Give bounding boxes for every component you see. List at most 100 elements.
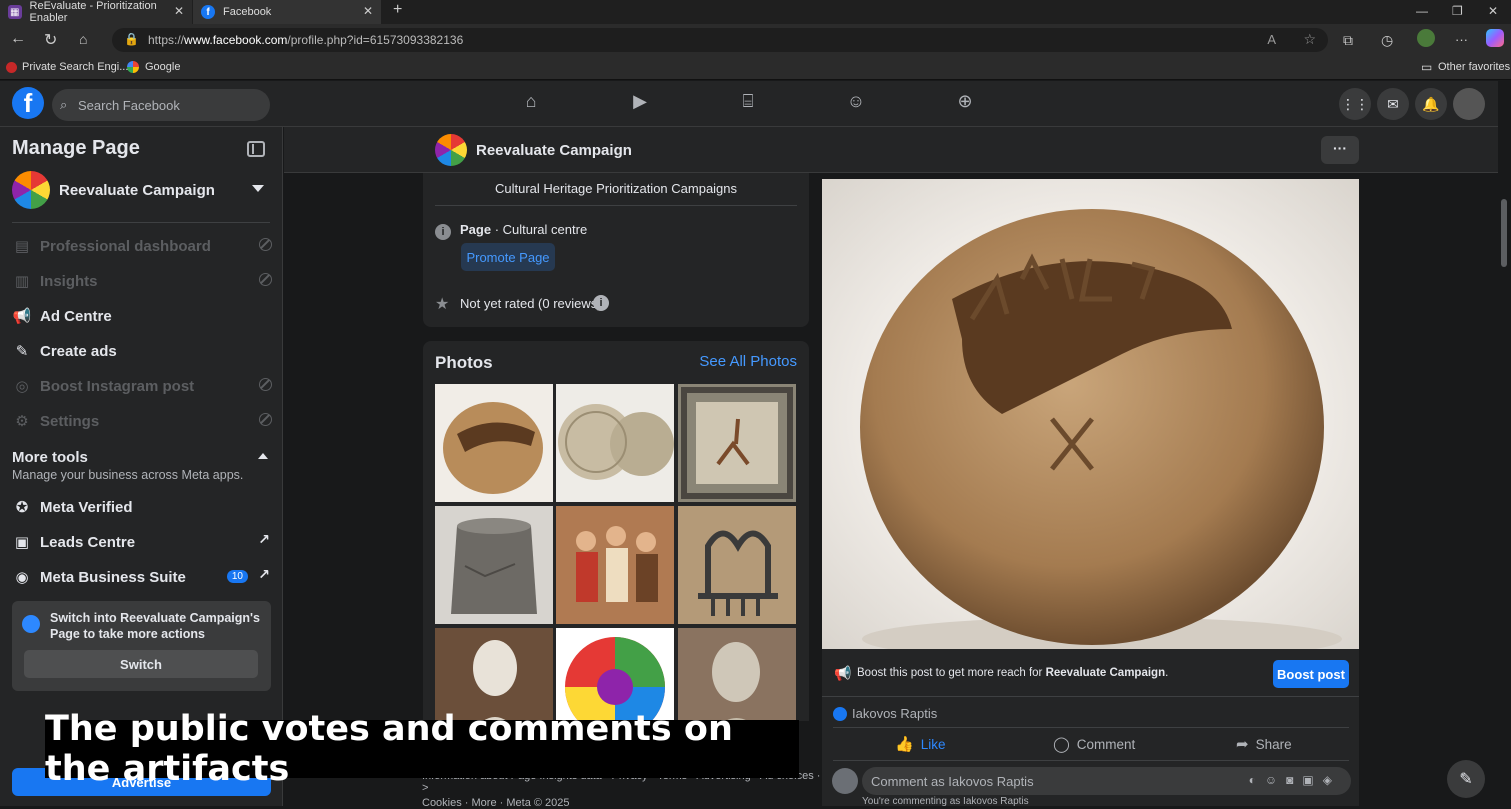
minimize-icon[interactable]: — xyxy=(1416,4,1428,18)
video-nav-icon[interactable]: ▶ xyxy=(627,91,653,117)
more-options-button[interactable]: ··· xyxy=(1321,136,1359,164)
sidebar-item-meta-verified[interactable]: ✪ Meta Verified xyxy=(12,492,272,522)
browser-tab-facebook[interactable]: f Facebook ✕ xyxy=(193,0,381,24)
photo-thumbnail[interactable] xyxy=(678,506,796,624)
read-aloud-icon[interactable]: A xyxy=(1267,32,1276,47)
photo-thumbnail[interactable] xyxy=(678,628,796,721)
reactor-name: Iakovos Raptis xyxy=(852,706,938,721)
divider xyxy=(833,760,1349,761)
favorite-private-search[interactable]: Private Search Engi... xyxy=(22,61,128,73)
share-button[interactable]: ➦ Share xyxy=(1236,735,1292,753)
disabled-icon xyxy=(259,273,272,286)
footer-links-2[interactable]: Cookies · More · Meta © 2025 xyxy=(422,797,822,809)
url-field[interactable]: 🔒 https://www.facebook.com/profile.php?i… xyxy=(112,28,1328,52)
page-header-name[interactable]: Reevaluate Campaign xyxy=(476,142,632,159)
page-selector[interactable]: Reevaluate Campaign xyxy=(12,171,270,223)
refresh-icon[interactable]: ↻ xyxy=(44,30,57,50)
sidebar-item-boost-instagram[interactable]: ◎ Boost Instagram post xyxy=(12,371,272,401)
favorite-star-icon[interactable]: ☆ xyxy=(1303,31,1316,48)
new-message-icon[interactable]: ✎ xyxy=(1447,760,1485,798)
messenger-icon[interactable]: ✉ xyxy=(1377,88,1409,120)
comment-input[interactable]: Comment as Iakovos Raptis ◐☺◙▣◈ xyxy=(862,767,1351,795)
facebook-logo-icon[interactable]: f xyxy=(12,87,44,119)
facebook-top-bar: f ⌕ Search Facebook ⌂ ▶ ⌸ ☺ ⊕ ⋮⋮ ✉ 🔔 xyxy=(0,81,1500,127)
extensions-icon[interactable]: ⧉ xyxy=(1343,32,1353,49)
account-avatar[interactable] xyxy=(1453,88,1485,120)
collapse-sidebar-icon[interactable] xyxy=(247,141,265,157)
business-suite-icon: ◉ xyxy=(15,569,29,586)
groups-nav-icon[interactable]: ☺ xyxy=(843,91,869,117)
maximize-icon[interactable]: ❐ xyxy=(1452,4,1463,18)
switch-message: Switch into Reevaluate Campaign's Page t… xyxy=(50,611,260,641)
sidebar-item-professional-dashboard[interactable]: ▤ Professional dashboard xyxy=(12,231,272,261)
photo-thumbnail[interactable] xyxy=(678,384,796,502)
post-image[interactable] xyxy=(822,179,1359,649)
sidebar-item-create-ads[interactable]: ✎ Create ads xyxy=(12,336,272,366)
sidebar-item-settings[interactable]: ⚙ Settings xyxy=(12,406,272,436)
page-avatar xyxy=(12,171,50,209)
photo-thumbnail[interactable] xyxy=(435,628,553,721)
sidebar-item-label: Professional dashboard xyxy=(40,237,211,255)
boost-bar: 📢 Boost this post to get more reach for … xyxy=(822,649,1359,697)
tab-title: Facebook xyxy=(223,6,272,18)
chevron-up-icon[interactable] xyxy=(258,453,268,459)
boost-message: Boost this post to get more reach for Re… xyxy=(857,667,1168,679)
vertical-scrollbar[interactable] xyxy=(1498,81,1511,806)
manage-page-sidebar: Manage Page Reevaluate Campaign ▤ Profes… xyxy=(0,127,283,806)
video-caption-overlay: The public votes and comments on the art… xyxy=(45,709,799,789)
profile-avatar[interactable] xyxy=(1417,29,1435,47)
leads-icon: ▣ xyxy=(14,534,30,551)
see-all-photos-link[interactable]: See All Photos xyxy=(699,353,797,370)
back-icon[interactable]: ← xyxy=(10,30,26,48)
close-window-icon[interactable]: ✕ xyxy=(1488,4,1498,18)
home-icon[interactable]: ⌂ xyxy=(79,31,87,47)
notifications-bell-icon[interactable]: 🔔 xyxy=(1415,88,1447,120)
more-options-icon[interactable]: ··· xyxy=(1455,32,1468,47)
switch-button[interactable]: Switch xyxy=(24,650,258,678)
search-input[interactable]: ⌕ Search Facebook xyxy=(52,89,270,121)
scrollbar-thumb[interactable] xyxy=(1501,199,1507,267)
new-tab-icon[interactable]: + xyxy=(393,1,402,19)
tab-title: ReEvaluate - Prioritization Enabler xyxy=(29,0,157,24)
other-favorites[interactable]: Other favorites xyxy=(1438,61,1510,73)
boost-post-button[interactable]: Boost post xyxy=(1273,660,1349,688)
close-tab-icon[interactable]: ✕ xyxy=(363,4,373,18)
photo-thumbnail[interactable] xyxy=(435,506,553,624)
marketplace-nav-icon[interactable]: ⌸ xyxy=(735,91,761,117)
photo-thumbnail[interactable] xyxy=(435,384,553,502)
sidebar-item-leads-centre[interactable]: ▣ Leads Centre ↗ xyxy=(12,527,272,557)
divider xyxy=(833,727,1349,728)
sidebar-item-ad-centre[interactable]: 📢 Ad Centre xyxy=(12,301,272,331)
promote-page-button[interactable]: Promote Page xyxy=(461,243,555,271)
comment-tools-icons[interactable]: ◐☺◙▣◈ xyxy=(1249,773,1341,787)
megaphone-icon: 📢 xyxy=(12,308,32,325)
photo-thumbnail[interactable] xyxy=(556,628,674,721)
more-tools-heading: More tools xyxy=(12,449,88,466)
photo-thumbnail[interactable] xyxy=(556,506,674,624)
like-button[interactable]: 👍 Like xyxy=(895,735,945,753)
thumbs-up-icon: 👍 xyxy=(895,736,914,753)
favorite-google[interactable]: Google xyxy=(145,61,180,73)
reaction-summary[interactable]: Iakovos Raptis xyxy=(833,706,937,721)
sidebar-item-meta-business-suite[interactable]: ◉ Meta Business Suite 10 ↗ xyxy=(12,562,272,592)
home-nav-icon[interactable]: ⌂ xyxy=(518,91,544,117)
menu-grid-icon[interactable]: ⋮⋮ xyxy=(1339,88,1371,120)
sidebar-item-insights[interactable]: ▥ Insights xyxy=(12,266,272,296)
rating-info-icon[interactable]: i xyxy=(593,295,609,311)
gaming-nav-icon[interactable]: ⊕ xyxy=(952,91,978,117)
copilot-icon[interactable] xyxy=(1486,29,1504,47)
page-avatar[interactable] xyxy=(435,134,467,166)
switch-profile-box: Switch into Reevaluate Campaign's Page t… xyxy=(12,601,271,691)
disabled-icon xyxy=(259,238,272,251)
search-placeholder: Search Facebook xyxy=(78,97,180,113)
browser-tab-reevaluate[interactable]: ▦ ReEvaluate - Prioritization Enabler ✕ xyxy=(0,0,192,24)
history-icon[interactable]: ◷ xyxy=(1381,32,1393,49)
close-tab-icon[interactable]: ✕ xyxy=(174,4,184,18)
photo-thumbnail[interactable] xyxy=(556,384,674,502)
url-prefix: https:// xyxy=(148,33,185,47)
commenter-avatar[interactable] xyxy=(832,768,858,794)
sidebar-item-label: Insights xyxy=(40,272,98,290)
favorites-bar: Private Search Engi... Google ▭ Other fa… xyxy=(0,56,1511,80)
page-name: Reevaluate Campaign xyxy=(59,182,215,199)
comment-button[interactable]: ◯ Comment xyxy=(1053,735,1135,753)
